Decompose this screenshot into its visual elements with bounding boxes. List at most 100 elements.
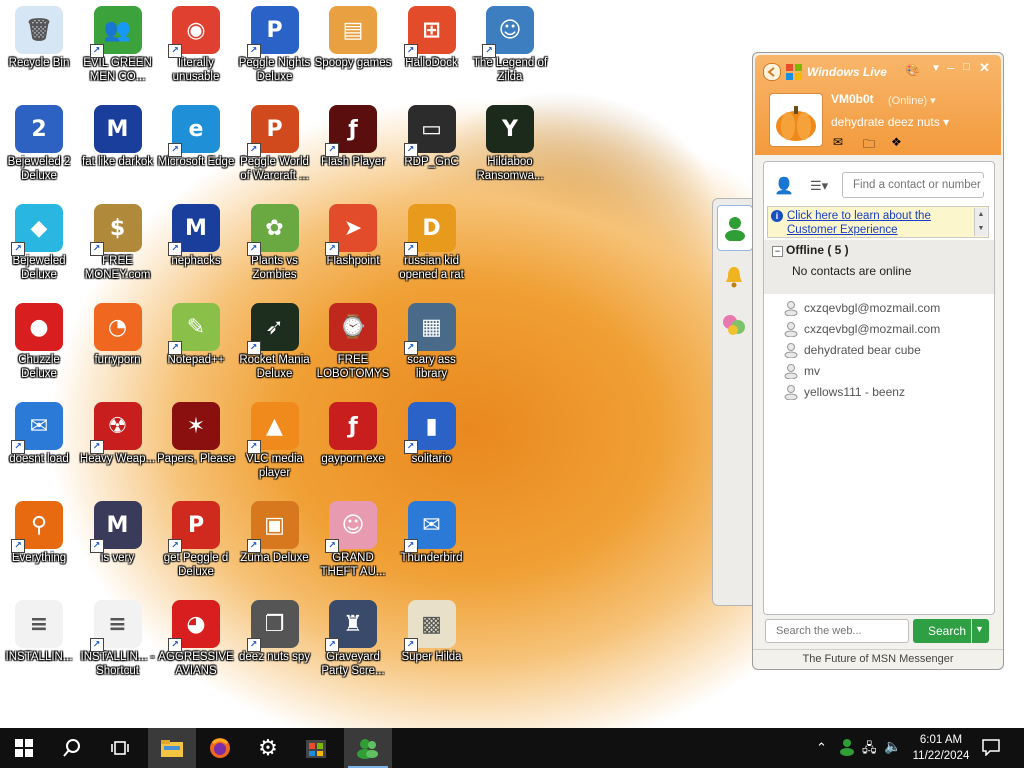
contact-item[interactable]: mv bbox=[764, 361, 994, 382]
desktop-icon[interactable]: $ ↗ FREE MONEY.com bbox=[79, 200, 157, 296]
desktop-icon[interactable]: ✉ ↗ Thunderbird bbox=[393, 497, 471, 593]
app-icon: ⌚ bbox=[329, 303, 377, 351]
alerts-tab-icon[interactable] bbox=[717, 255, 751, 299]
volume-icon[interactable]: 🔈 bbox=[884, 738, 901, 755]
add-contact-icon[interactable]: 👤 bbox=[774, 176, 794, 196]
maximize-button[interactable]: □ bbox=[963, 61, 970, 73]
contacts-tab-icon[interactable] bbox=[717, 205, 753, 251]
network-icon[interactable]: 🖧 bbox=[862, 739, 877, 761]
desktop-icon[interactable]: ◆ ↗ Bejeweled Deluxe bbox=[0, 200, 78, 296]
desktop-icon[interactable]: ➶ ↗ Rocket Mania Deluxe bbox=[236, 299, 314, 395]
search-dropdown-icon[interactable]: ▼ bbox=[975, 624, 984, 634]
close-button[interactable]: ✕ bbox=[979, 60, 990, 76]
contact-search-input[interactable] bbox=[851, 178, 987, 192]
desktop-icon-label: Spoopy games bbox=[314, 57, 392, 69]
minimize-button[interactable]: – bbox=[947, 60, 954, 75]
clock[interactable]: 6:01 AM 11/22/2024 bbox=[908, 732, 974, 764]
folder-icon[interactable]: 🗀 bbox=[863, 135, 875, 156]
group-label[interactable]: Offline ( 5 ) bbox=[786, 243, 849, 257]
app-icon: ≡ bbox=[15, 600, 63, 648]
desktop-icon[interactable]: ƒ ↗ Flash Player bbox=[314, 101, 392, 197]
desktop-icon[interactable]: Mfat like darkok bbox=[79, 101, 157, 197]
store-button[interactable] bbox=[292, 728, 340, 768]
mail-icon[interactable]: ✉ bbox=[833, 135, 843, 149]
app-icon-glyph: ≡ bbox=[29, 611, 49, 637]
settings-button[interactable]: ⚙ bbox=[244, 728, 292, 768]
personal-message[interactable]: dehydrate deez nuts ▾ bbox=[831, 115, 949, 129]
desktop-icon[interactable]: P ↗ Peggle World of Warcraft ... bbox=[236, 101, 314, 197]
desktop-icon[interactable]: 2 Bejeweled 2 Deluxe bbox=[0, 101, 78, 197]
contact-item[interactable]: yellows111 - beenz bbox=[764, 382, 994, 403]
desktop-icon[interactable]: ▤ Spoopy games bbox=[314, 2, 392, 98]
desktop-icon[interactable]: ✶ Papers, Please bbox=[157, 398, 235, 494]
desktop-icon[interactable]: ≡ INSTALLIN... bbox=[0, 596, 78, 692]
desktop-icon[interactable]: 🗑 Recycle Bin bbox=[0, 2, 78, 98]
notice-scrollbar[interactable]: ▲ ▼ bbox=[974, 208, 987, 236]
desktop-icon[interactable]: ❐ ↗ deez nuts spy bbox=[236, 596, 314, 692]
avatar[interactable] bbox=[769, 93, 823, 147]
web-search-button[interactable]: Search ▼ bbox=[913, 619, 989, 643]
desktop-icon[interactable]: M ↗ is very bbox=[79, 497, 157, 593]
desktop-icon[interactable]: ☢ ↗ Heavy Weap... bbox=[79, 398, 157, 494]
desktop-icon[interactable]: ✎ ↗ Notepad++ bbox=[157, 299, 235, 395]
search-button[interactable] bbox=[48, 728, 96, 768]
msn-taskbar-button[interactable] bbox=[344, 728, 392, 768]
desktop-icon[interactable]: ⊞ ↗ HalloDock bbox=[393, 2, 471, 98]
windows-live-icon[interactable]: ❖ bbox=[891, 135, 902, 149]
desktop-icon[interactable]: D ↗ russian kid opened a rat bbox=[393, 200, 471, 296]
desktop-icon[interactable]: ⚲ ↗ Everything bbox=[0, 497, 78, 593]
desktop-icon[interactable]: ⌚ FREE LOBOTOMYS bbox=[314, 299, 392, 395]
start-button[interactable] bbox=[0, 728, 48, 768]
desktop-icon[interactable]: ✉ ↗ doesnt load bbox=[0, 398, 78, 494]
desktop-icon[interactable]: P ↗ Peggle Nights Deluxe bbox=[236, 2, 314, 98]
desktop-icon[interactable]: e ↗ Microsoft Edge bbox=[157, 101, 235, 197]
back-arrow-icon[interactable] bbox=[763, 63, 781, 81]
firefox-button[interactable] bbox=[196, 728, 244, 768]
contact-item[interactable]: dehydrated bear cube bbox=[764, 340, 994, 361]
desktop-icon[interactable]: P ↗ get Peggle d Deluxe bbox=[157, 497, 235, 593]
task-view-button[interactable] bbox=[96, 728, 144, 768]
desktop-icon[interactable]: ● Chuzzle Deluxe bbox=[0, 299, 78, 395]
collapse-icon[interactable]: − bbox=[772, 246, 783, 257]
notifications-button[interactable] bbox=[982, 738, 1000, 757]
shortcut-arrow-icon: ↗ bbox=[403, 539, 418, 553]
desktop-icon[interactable]: ▦ ↗ scary ass library bbox=[393, 299, 471, 395]
shortcut-arrow-icon: ↗ bbox=[403, 638, 418, 652]
msn-tray-icon[interactable] bbox=[838, 738, 856, 756]
desktop-icon[interactable]: ▣ ↗ Zuma Deluxe bbox=[236, 497, 314, 593]
desktop-icon[interactable]: ƒ gayporn.exe bbox=[314, 398, 392, 494]
desktop-icon[interactable]: ◔ furryporn bbox=[79, 299, 157, 395]
shortcut-arrow-icon: ↗ bbox=[482, 44, 496, 58]
desktop-icon[interactable]: ☺ ↗ GRAND THEFT AU... bbox=[314, 497, 392, 593]
desktop-icon[interactable]: ▭ ↗ RDP_GnC bbox=[393, 101, 471, 197]
web-search-input[interactable] bbox=[774, 624, 908, 638]
desktop-icon[interactable]: Y Hildaboo Ransomwa... bbox=[471, 101, 549, 197]
desktop-icon[interactable]: ≡ ↗ INSTALLIN... - Shortcut bbox=[79, 596, 157, 692]
customize-icon[interactable]: 🎨 bbox=[905, 63, 920, 77]
desktop-icon[interactable]: ♜ ↗ Graveyard Party Scre... bbox=[314, 596, 392, 692]
desktop-icon[interactable]: 👥 ↗ EVIL GREEN MEN CO... bbox=[79, 2, 157, 98]
desktop-icon[interactable]: ☺ ↗ The Legend of Zilda bbox=[471, 2, 549, 98]
fun-tab-icon[interactable] bbox=[717, 303, 751, 347]
menu-chevron-icon[interactable]: ▼ bbox=[931, 63, 941, 74]
desktop-icon[interactable]: ◉ ↗ literally unusable bbox=[157, 2, 235, 98]
customer-experience-link[interactable]: Click here to learn about the Customer E… bbox=[787, 209, 972, 237]
desktop-icon[interactable]: M ↗ nephacks bbox=[157, 200, 235, 296]
contact-item[interactable]: cxzqevbgl@mozmail.com bbox=[764, 298, 994, 319]
desktop-icon-label: russian kid opened a rat bbox=[399, 255, 464, 281]
contact-item[interactable]: cxzqevbgl@mozmail.com bbox=[764, 319, 994, 340]
desktop-icon[interactable]: ▮ ↗ solitario bbox=[393, 398, 471, 494]
desktop-icon[interactable]: ▲ ↗ VLC media player bbox=[236, 398, 314, 494]
contact-search-field[interactable] bbox=[842, 172, 987, 198]
list-options-icon[interactable]: ☰▾ bbox=[810, 178, 828, 194]
desktop-icon[interactable]: ▩ ↗ Super Hilda bbox=[393, 596, 471, 692]
desktop-icon[interactable]: ✿ ↗ Plants vs Zombies bbox=[236, 200, 314, 296]
app-icon: ≡ ↗ bbox=[89, 600, 142, 652]
web-search-field[interactable] bbox=[765, 619, 909, 643]
status-dropdown[interactable]: (Online) ▾ bbox=[888, 94, 936, 107]
file-explorer-button[interactable] bbox=[148, 728, 196, 768]
chevron-up-icon[interactable]: ⌃ bbox=[816, 740, 827, 756]
desktop-icon[interactable]: ➤ ↗ Flashpoint bbox=[314, 200, 392, 296]
app-icon: ▤ bbox=[329, 6, 377, 54]
desktop-icon[interactable]: ◕ ↗ AGGRESSIVE AVIANS bbox=[157, 596, 235, 692]
